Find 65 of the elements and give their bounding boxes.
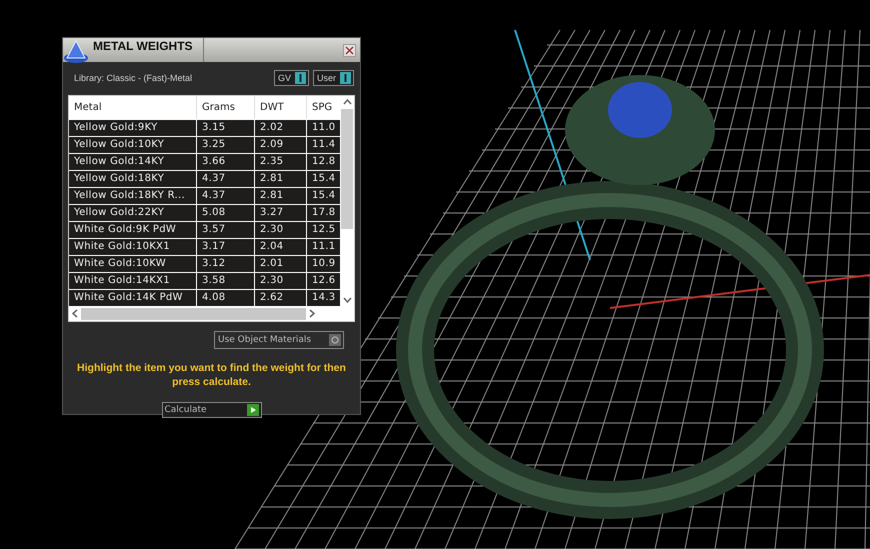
table-cell: 11.4	[307, 137, 340, 153]
toggle-button[interactable]: GV	[274, 70, 309, 86]
table-cell: 3.25	[197, 137, 255, 153]
vertical-scrollbar[interactable]	[340, 96, 354, 306]
table-cell: White Gold:14K PdW	[69, 290, 197, 306]
close-button[interactable]	[343, 44, 356, 56]
table-cell: 3.17	[197, 239, 255, 255]
switch-icon	[294, 72, 306, 84]
table-cell: 4.37	[197, 188, 255, 204]
use-object-materials-button[interactable]: Use Object Materials	[214, 331, 344, 349]
column-header[interactable]: Grams	[197, 96, 255, 119]
calculate-button[interactable]: Calculate	[162, 402, 262, 418]
table-cell: 12.6	[307, 273, 340, 289]
table-cell: Yellow Gold:10KY	[69, 137, 197, 153]
switch-icon	[340, 72, 351, 84]
table-cell: 2.01	[255, 256, 307, 272]
table-cell: 3.12	[197, 256, 255, 272]
table-cell: 11.0	[307, 120, 340, 136]
column-header[interactable]: SPG	[307, 96, 340, 119]
table-cell: 4.08	[197, 290, 255, 306]
table-cell: Yellow Gold:14KY	[69, 154, 197, 170]
table-cell: 2.62	[255, 290, 307, 306]
table-cell: 2.81	[255, 171, 307, 187]
close-icon	[345, 46, 354, 54]
table-cell: 2.02	[255, 120, 307, 136]
table-cell: 3.57	[197, 222, 255, 238]
table-cell: 2.35	[255, 154, 307, 170]
table-cell: 5.08	[197, 205, 255, 221]
table-cell: Yellow Gold:9KY	[69, 120, 197, 136]
circle-icon	[329, 334, 341, 346]
table-cell: White Gold:10KW	[69, 256, 197, 272]
table-cell: 10.9	[307, 256, 340, 272]
column-header[interactable]: DWT	[255, 96, 307, 119]
table-cell: 17.8	[307, 205, 340, 221]
table-cell: 3.58	[197, 273, 255, 289]
table-cell: 15.4	[307, 171, 340, 187]
table-cell: Yellow Gold:22KY	[69, 205, 197, 221]
table-cell: White Gold:14KX1	[69, 273, 197, 289]
table-cell: 12.8	[307, 154, 340, 170]
table-cell: 2.30	[255, 222, 307, 238]
window-title: METAL WEIGHTS	[89, 38, 204, 62]
pyramid-icon	[63, 38, 89, 64]
table-cell: 2.09	[255, 137, 307, 153]
table-cell: 3.66	[197, 154, 255, 170]
play-icon	[246, 404, 258, 416]
scroll-thumb[interactable]	[341, 109, 353, 229]
table-cell: 2.30	[255, 273, 307, 289]
table-cell: 3.15	[197, 120, 255, 136]
table-cell: White Gold:9K PdW	[69, 222, 197, 238]
table-cell: 12.5	[307, 222, 340, 238]
table-cell: 15.4	[307, 188, 340, 204]
toggle-button[interactable]: User	[312, 70, 354, 86]
table-cell: Yellow Gold:18KY	[69, 171, 197, 187]
table-cell: 14.3	[307, 290, 340, 306]
scroll-thumb[interactable]	[81, 308, 306, 320]
table-cell: 4.37	[197, 171, 255, 187]
table-cell: 11.1	[307, 239, 340, 255]
table-cell: 2.04	[255, 239, 307, 255]
table-cell: 2.81	[255, 188, 307, 204]
library-label: Library: Classic - (Fast)-Metal	[74, 73, 192, 83]
instruction-text: Highlight the item you want to find the weight for then press calculate.	[76, 361, 347, 389]
table-cell: Yellow Gold:18KY R...	[69, 188, 197, 204]
table-cell: White Gold:10KX1	[69, 239, 197, 255]
column-header[interactable]: Metal	[69, 96, 197, 119]
table-cell: 3.27	[255, 205, 307, 221]
